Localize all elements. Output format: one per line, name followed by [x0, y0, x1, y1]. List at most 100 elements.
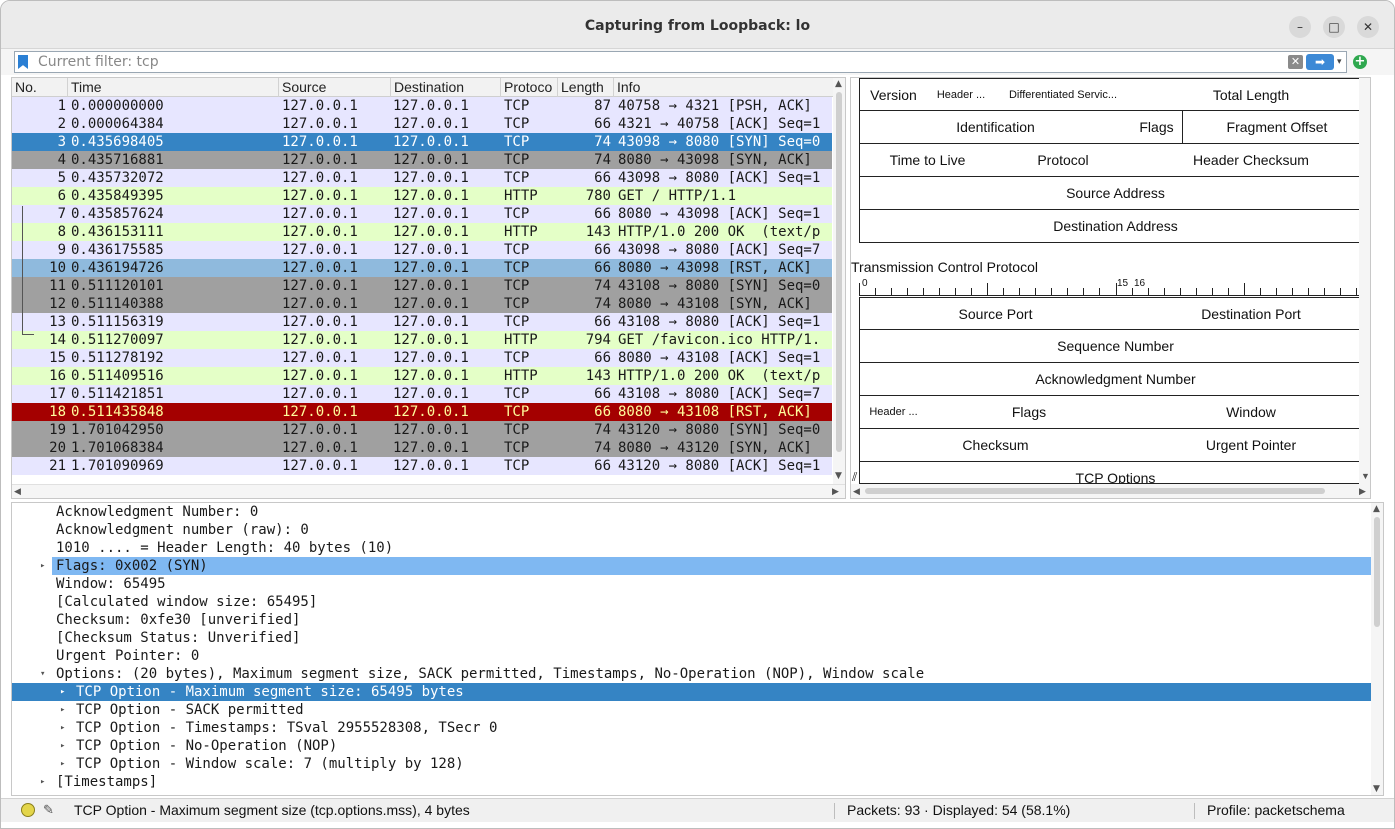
detail-tree-item[interactable]: ▸ TCP Option - Timestamps: TSval 29555283…	[12, 719, 1372, 737]
ip-source-address-field[interactable]: Source Address	[859, 177, 1370, 210]
detail-tree-item[interactable]: ▸ [Timestamps]	[12, 773, 1372, 791]
ip-version-field[interactable]: Version	[859, 78, 928, 111]
ip-dscp-field[interactable]: Differentiated Servic...	[995, 78, 1132, 111]
expand-arrow-icon[interactable]: ▸	[60, 719, 65, 737]
scroll-left-icon[interactable]: ◀	[14, 486, 21, 498]
packet-list-vertical-scrollbar[interactable]: ▲ ▼	[833, 78, 845, 484]
scroll-up-icon[interactable]: ▲	[835, 78, 842, 90]
bookmark-icon[interactable]	[18, 55, 28, 69]
detail-tree-item[interactable]: [Calculated window size: 65495]	[12, 593, 1372, 611]
packet-row[interactable]: 21 1.701090969 127.0.0.1 127.0.0.1 TCP 66 4312…	[12, 457, 832, 475]
diagram-scroll-left-icon[interactable]: ◀	[853, 485, 860, 497]
details-scroll-down-icon[interactable]: ▼	[1373, 783, 1380, 795]
packet-row[interactable]: 17 0.511421851 127.0.0.1 127.0.0.1 TCP 66 4310…	[12, 385, 832, 403]
detail-tree-item[interactable]: Acknowledgment number (raw): 0	[12, 521, 1372, 539]
expand-arrow-icon[interactable]: ▸	[60, 683, 65, 701]
filter-history-chevron-icon[interactable]: ▾	[1337, 53, 1347, 71]
ip-fragment-offset-field[interactable]: Fragment Offset	[1182, 111, 1370, 144]
detail-tree-item[interactable]: 1010 .... = Header Length: 40 bytes (10)	[12, 539, 1372, 557]
packet-row[interactable]: 1 0.000000000 127.0.0.1 127.0.0.1 TCP 87 40758…	[12, 97, 832, 115]
detail-tree-item[interactable]: ▾ Options: (20 bytes), Maximum segment si…	[12, 665, 1372, 683]
column-header-no[interactable]: No.	[12, 78, 68, 97]
detail-tree-item[interactable]: Window: 65495	[12, 575, 1372, 593]
packet-row[interactable]: 5 0.435732072 127.0.0.1 127.0.0.1 TCP 66 43098…	[12, 169, 832, 187]
expand-arrow-icon[interactable]: ▸	[40, 773, 45, 791]
expert-info-led-icon[interactable]	[21, 803, 35, 817]
ip-protocol-field[interactable]: Protocol	[995, 144, 1132, 177]
diagram-horizontal-scrollbar[interactable]: ◀ ▶	[851, 484, 1370, 498]
details-scroll-thumb[interactable]	[1374, 517, 1380, 627]
tcp-ack-number-field[interactable]: Acknowledgment Number	[859, 363, 1370, 396]
detail-tree-item[interactable]: Checksum: 0xfe30 [unverified]	[12, 611, 1372, 629]
apply-filter-icon[interactable]: ➡	[1306, 54, 1334, 70]
packet-row[interactable]: 11 0.511120101 127.0.0.1 127.0.0.1 TCP 74 4310…	[12, 277, 832, 295]
expand-arrow-icon[interactable]: ▸	[60, 755, 65, 773]
close-button[interactable]: ✕	[1357, 16, 1379, 38]
diagram-scroll-thumb[interactable]	[865, 488, 1325, 494]
packet-row[interactable]: 18 0.511435848 127.0.0.1 127.0.0.1 TCP 66 8080…	[12, 403, 832, 421]
maximize-button[interactable]: □	[1323, 16, 1345, 38]
packet-list-horizontal-scrollbar[interactable]: ◀ ▶	[12, 484, 845, 498]
status-profile[interactable]: Profile: packetschema	[1207, 802, 1345, 818]
tcp-header-length-field[interactable]: Header ...	[859, 396, 928, 429]
ip-destination-address-field[interactable]: Destination Address	[859, 210, 1370, 243]
tcp-flags-field[interactable]: Flags	[927, 396, 1132, 429]
tcp-options-field[interactable]: TCP Options	[859, 462, 1370, 484]
diagram-scroll-down-icon[interactable]: ▼	[1361, 470, 1370, 482]
minimize-button[interactable]: –	[1289, 16, 1311, 38]
ip-total-length-field[interactable]: Total Length	[1131, 78, 1370, 111]
tcp-checksum-field[interactable]: Checksum	[859, 429, 1132, 462]
add-filter-button-icon[interactable]: +	[1353, 55, 1367, 69]
packet-row[interactable]: 8 0.436153111 127.0.0.1 127.0.0.1 HTTP 143 HTT…	[12, 223, 832, 241]
ip-header-length-field[interactable]: Header ...	[927, 78, 996, 111]
expand-arrow-icon[interactable]: ▸	[60, 701, 65, 719]
packet-row[interactable]: 20 1.701068384 127.0.0.1 127.0.0.1 TCP 74 8080…	[12, 439, 832, 457]
ip-header-checksum-field[interactable]: Header Checksum	[1131, 144, 1370, 177]
detail-tree-item[interactable]: Acknowledgment Number: 0	[12, 503, 1372, 521]
expand-arrow-icon[interactable]: ▸	[60, 737, 65, 755]
diagram-scroll-right-icon[interactable]: ▶	[1359, 485, 1366, 497]
packet-row[interactable]: 12 0.511140388 127.0.0.1 127.0.0.1 TCP 74 8080…	[12, 295, 832, 313]
tcp-window-field[interactable]: Window	[1131, 396, 1370, 429]
scroll-down-icon[interactable]: ▼	[835, 470, 842, 482]
packet-row[interactable]: 7 0.435857624 127.0.0.1 127.0.0.1 TCP 66 8080 …	[12, 205, 832, 223]
details-scroll-up-icon[interactable]: ▲	[1373, 503, 1380, 515]
detail-tree-item[interactable]: ▸ TCP Option - No-Operation (NOP)	[12, 737, 1372, 755]
scroll-thumb[interactable]	[836, 92, 842, 452]
tcp-sequence-number-field[interactable]: Sequence Number	[859, 330, 1370, 363]
packet-row[interactable]: 16 0.511409516 127.0.0.1 127.0.0.1 HTTP 143 HT…	[12, 367, 832, 385]
packet-row[interactable]: 6 0.435849395 127.0.0.1 127.0.0.1 HTTP 780 GET…	[12, 187, 832, 205]
ip-identification-field[interactable]: Identification	[859, 111, 1132, 144]
packet-row[interactable]: 3 0.435698405 127.0.0.1 127.0.0.1 TCP 74 43098…	[12, 133, 832, 151]
packet-row[interactable]: 14 0.511270097 127.0.0.1 127.0.0.1 HTTP 794 GE…	[12, 331, 832, 349]
packet-row[interactable]: 4 0.435716881 127.0.0.1 127.0.0.1 TCP 74 8080 …	[12, 151, 832, 169]
column-header-protocol[interactable]: Protoco	[501, 78, 558, 97]
packet-row[interactable]: 10 0.436194726 127.0.0.1 127.0.0.1 TCP 66 8080…	[12, 259, 832, 277]
collapse-arrow-icon[interactable]: ▾	[40, 665, 45, 683]
column-header-info[interactable]: Info	[614, 78, 834, 97]
tcp-urgent-pointer-field[interactable]: Urgent Pointer	[1131, 429, 1370, 462]
display-filter-input[interactable]: Current filter: tcp ✕ ➡ ▾	[14, 51, 1347, 73]
column-header-destination[interactable]: Destination	[391, 78, 501, 97]
column-header-time[interactable]: Time	[68, 78, 279, 97]
ip-flags-field[interactable]: Flags	[1131, 111, 1183, 144]
detail-tree-item[interactable]: [Checksum Status: Unverified]	[12, 629, 1372, 647]
column-header-source[interactable]: Source	[279, 78, 391, 97]
packet-row[interactable]: 9 0.436175585 127.0.0.1 127.0.0.1 TCP 66 43098…	[12, 241, 832, 259]
tcp-destination-port-field[interactable]: Destination Port	[1131, 297, 1370, 330]
detail-tree-item[interactable]: ▸ TCP Option - Window scale: 7 (multiply …	[12, 755, 1372, 773]
tcp-source-port-field[interactable]: Source Port	[859, 297, 1132, 330]
packet-row[interactable]: 13 0.511156319 127.0.0.1 127.0.0.1 TCP 66 4310…	[12, 313, 832, 331]
clear-filter-icon[interactable]: ✕	[1288, 55, 1303, 69]
capture-comment-edit-icon[interactable]: ✎	[43, 802, 57, 818]
packet-row[interactable]: 2 0.000064384 127.0.0.1 127.0.0.1 TCP 66 4321 …	[12, 115, 832, 133]
details-vertical-scrollbar[interactable]: ▲ ▼	[1371, 503, 1383, 795]
scroll-right-icon[interactable]: ▶	[832, 486, 839, 498]
packet-row[interactable]: 15 0.511278192 127.0.0.1 127.0.0.1 TCP 66 8080…	[12, 349, 832, 367]
expand-arrow-icon[interactable]: ▸	[40, 557, 45, 575]
detail-tree-item[interactable]: ▸ TCP Option - SACK permitted	[12, 701, 1372, 719]
ip-ttl-field[interactable]: Time to Live	[859, 144, 996, 177]
packet-row[interactable]: 19 1.701042950 127.0.0.1 127.0.0.1 TCP 74 4312…	[12, 421, 832, 439]
column-header-length[interactable]: Length	[558, 78, 614, 97]
detail-tree-item[interactable]: ▸ Flags: 0x002 (SYN)	[40, 557, 1372, 575]
